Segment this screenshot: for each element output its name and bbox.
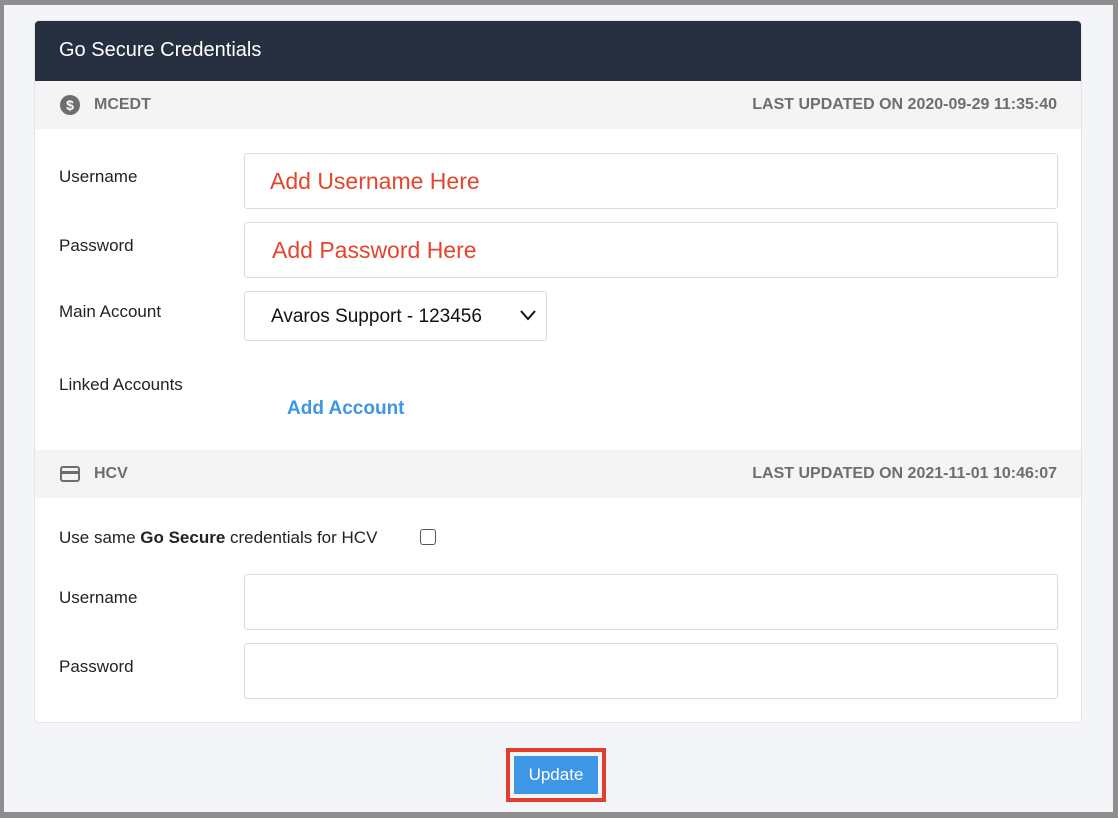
mcedt-username-input[interactable]: Add Username Here bbox=[244, 153, 1058, 209]
add-account-label: Add Account bbox=[287, 398, 405, 419]
page-background: Go Secure Credentials $ MCEDT LAST UPDAT… bbox=[4, 5, 1113, 812]
card-header: Go Secure Credentials bbox=[35, 21, 1081, 81]
card-title: Go Secure Credentials bbox=[59, 39, 262, 61]
linked-accounts-label: Linked Accounts bbox=[59, 375, 183, 394]
mcedt-last-updated: LAST UPDATED ON 2020-09-29 11:35:40 bbox=[752, 96, 1057, 113]
main-account-label: Main Account bbox=[59, 302, 162, 321]
same-credentials-bold: Go Secure bbox=[140, 528, 226, 547]
mcedt-username-label: Username bbox=[59, 167, 138, 186]
main-account-select[interactable]: Avaros Support - 123456 bbox=[244, 291, 547, 341]
hcv-username-label: Username bbox=[59, 588, 138, 607]
mcedt-section-header: $ MCEDT LAST UPDATED ON 2020-09-29 11:35… bbox=[35, 81, 1081, 129]
mcedt-section-title: MCEDT bbox=[94, 96, 151, 113]
update-button[interactable]: Update bbox=[514, 756, 598, 794]
update-highlight-box: Update bbox=[506, 748, 606, 802]
same-credentials-label: Use same Go Secure credentials for HCV bbox=[59, 528, 377, 548]
password-annotation: Add Password Here bbox=[272, 237, 477, 263]
hcv-section-title: HCV bbox=[94, 465, 128, 482]
hcv-username-input[interactable] bbox=[244, 574, 1058, 630]
hcv-section-header: HCV LAST UPDATED ON 2021-11-01 10:46:07 bbox=[35, 450, 1081, 498]
svg-text:$: $ bbox=[66, 97, 74, 113]
same-credentials-checkbox[interactable] bbox=[420, 529, 436, 545]
same-credentials-suffix: credentials for HCV bbox=[225, 528, 378, 547]
same-credentials-prefix: Use same bbox=[59, 528, 141, 547]
hcv-password-input[interactable] bbox=[244, 643, 1058, 699]
mcedt-password-label: Password bbox=[59, 236, 134, 255]
hcv-password-label: Password bbox=[59, 657, 134, 676]
mcedt-password-input[interactable]: Add Password Here bbox=[244, 222, 1058, 278]
add-account-button[interactable]: Add Account bbox=[268, 385, 539, 431]
credentials-card: Go Secure Credentials $ MCEDT LAST UPDAT… bbox=[34, 20, 1082, 723]
main-account-value: Avaros Support - 123456 bbox=[271, 306, 482, 327]
username-annotation: Add Username Here bbox=[270, 168, 480, 194]
chevron-down-icon bbox=[520, 310, 536, 321]
hcv-last-updated: LAST UPDATED ON 2021-11-01 10:46:07 bbox=[752, 465, 1057, 482]
dollar-circle-icon: $ bbox=[60, 95, 80, 115]
credit-card-icon bbox=[60, 466, 80, 482]
